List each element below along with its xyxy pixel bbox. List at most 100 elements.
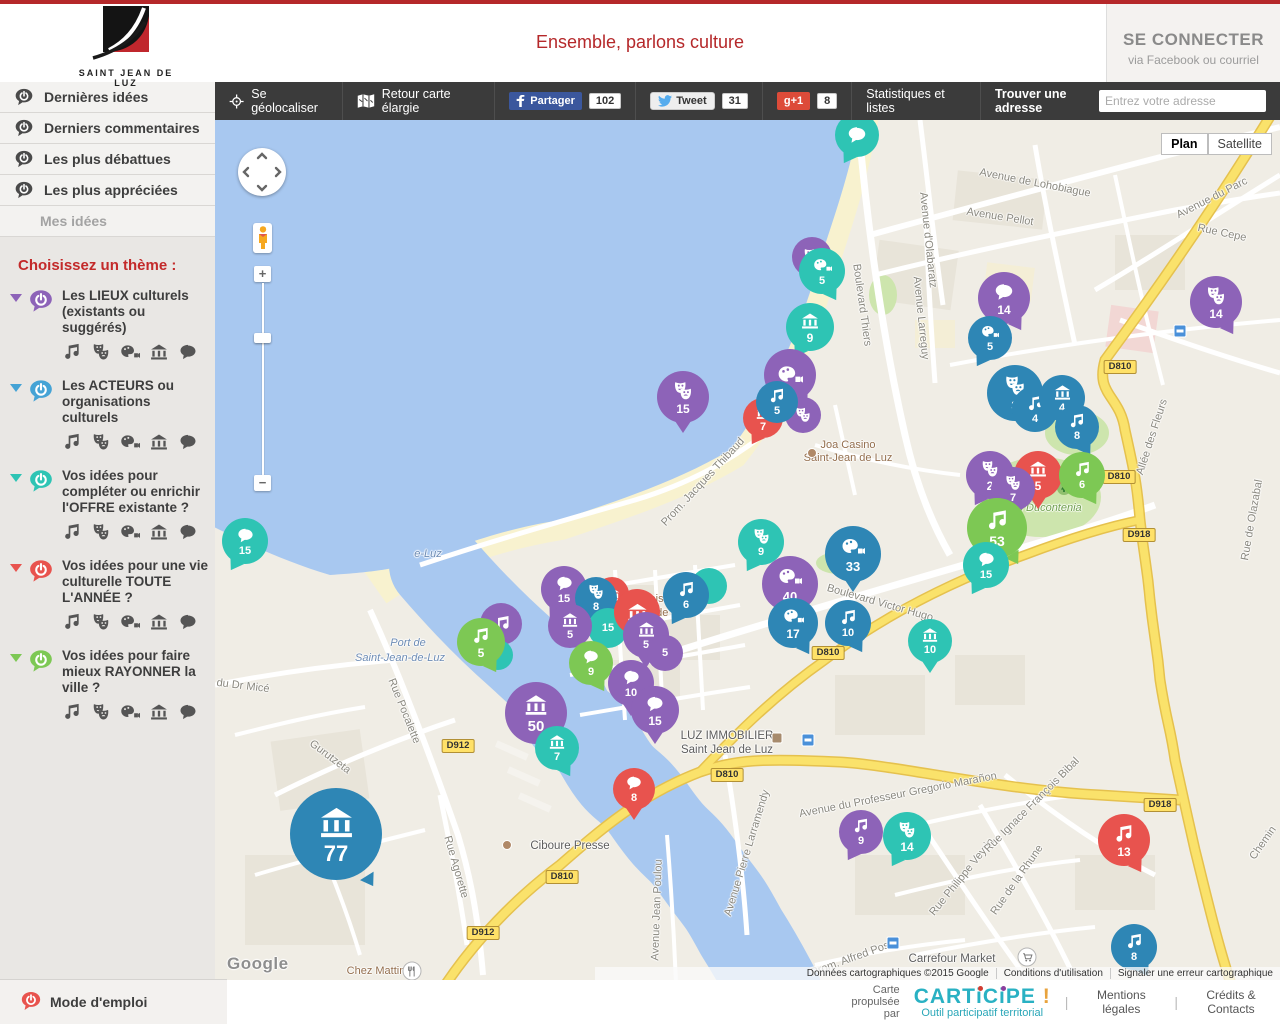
masks-filter-icon[interactable]: [91, 612, 111, 636]
chevron-down-icon[interactable]: [10, 294, 22, 302]
masks-filter-icon[interactable]: [91, 522, 111, 546]
map-marker[interactable]: 5: [799, 248, 845, 294]
theme-item-4[interactable]: Vos idées pour faire mieux RAYONNER la v…: [0, 638, 215, 728]
theme-bubble-icon[interactable]: [28, 468, 54, 546]
mentions-legales-link[interactable]: Mentions légales: [1082, 988, 1160, 1016]
login-button[interactable]: SE CONNECTER: [1107, 30, 1280, 50]
speech-filter-icon[interactable]: [178, 522, 198, 546]
bank-filter-icon[interactable]: [149, 522, 169, 546]
facebook-share[interactable]: Partager 102: [495, 82, 636, 120]
bank-filter-icon[interactable]: [149, 342, 169, 366]
sidebar-item-1[interactable]: Derniers commentaires: [0, 113, 215, 144]
arts-filter-icon[interactable]: [120, 522, 140, 546]
arts-filter-icon[interactable]: [120, 702, 140, 726]
map-marker[interactable]: 77: [290, 788, 382, 880]
bank-filter-icon[interactable]: [149, 702, 169, 726]
gplus-button[interactable]: g+1: [777, 92, 810, 110]
credits-contacts-link[interactable]: Crédits & Contacts: [1192, 988, 1270, 1016]
zoom-out-button[interactable]: −: [254, 475, 271, 491]
map-marker[interactable]: 5: [647, 635, 683, 671]
music-filter-icon[interactable]: [62, 612, 82, 636]
theme-item-1[interactable]: Les ACTEURS ou organisations culturels: [0, 368, 215, 458]
map-marker[interactable]: 10: [908, 619, 952, 663]
theme-bubble-icon[interactable]: [28, 288, 54, 366]
masks-filter-icon[interactable]: [91, 342, 111, 366]
arts-filter-icon[interactable]: [120, 342, 140, 366]
map-marker[interactable]: 15: [222, 518, 268, 564]
music-filter-icon[interactable]: [62, 522, 82, 546]
map-marker[interactable]: 33: [825, 526, 881, 582]
mode-demploi-button[interactable]: Mode d'emploi: [0, 979, 227, 1024]
sidebar-item-3[interactable]: Les plus appréciées: [0, 175, 215, 206]
theme-bubble-icon[interactable]: [28, 378, 54, 456]
arts-filter-icon[interactable]: [120, 432, 140, 456]
speech-filter-icon[interactable]: [178, 702, 198, 726]
pegman-control[interactable]: [253, 223, 272, 253]
map-marker[interactable]: 14: [883, 812, 931, 860]
address-search-input[interactable]: [1099, 90, 1266, 112]
masks-filter-icon[interactable]: [91, 702, 111, 726]
map-marker[interactable]: 5: [756, 381, 798, 423]
map-marker[interactable]: 15: [657, 371, 709, 423]
speech-filter-icon[interactable]: [178, 612, 198, 636]
pan-control[interactable]: [238, 148, 286, 196]
back-to-map-button[interactable]: Retour carte élargie: [343, 82, 495, 120]
chevron-down-icon[interactable]: [10, 564, 22, 572]
map-marker[interactable]: 5: [457, 618, 505, 666]
city-logo[interactable]: SAINT JEAN DE LUZ: [66, 6, 186, 88]
zoom-slider-handle[interactable]: [254, 333, 271, 343]
speech-icon: [178, 342, 198, 362]
zoom-in-button[interactable]: +: [254, 266, 271, 282]
arts-filter-icon[interactable]: [120, 612, 140, 636]
facebook-share-button[interactable]: Partager: [509, 92, 582, 110]
map-marker[interactable]: 15: [963, 542, 1009, 588]
bank-filter-icon[interactable]: [149, 612, 169, 636]
attribution-link[interactable]: Signaler une erreur cartographique: [1110, 968, 1280, 979]
map-canvas[interactable]: Boulevard ThiersAvenue d'OlabaratzAvenue…: [215, 120, 1280, 980]
speech-filter-icon[interactable]: [178, 342, 198, 366]
map-type-satellite-button[interactable]: Satellite: [1208, 133, 1272, 155]
carticipe-logo[interactable]: CARTiCiPE ! Outil participatif territori…: [914, 985, 1051, 1019]
map-marker[interactable]: 17: [768, 598, 818, 648]
map-marker[interactable]: 9: [569, 641, 613, 685]
theme-bubble-icon[interactable]: [28, 558, 54, 636]
map-marker[interactable]: 6: [663, 572, 709, 618]
map-marker[interactable]: 15: [631, 686, 679, 734]
music-filter-icon[interactable]: [62, 342, 82, 366]
marker-count: 5: [478, 647, 485, 659]
map-marker[interactable]: 8: [1055, 405, 1099, 449]
map-marker[interactable]: 8: [1111, 924, 1157, 970]
chevron-down-icon[interactable]: [10, 654, 22, 662]
sidebar-item-2[interactable]: Les plus débattues: [0, 144, 215, 175]
geolocate-button[interactable]: Se géolocaliser: [215, 82, 343, 120]
theme-bubble-icon[interactable]: [28, 648, 54, 726]
map-marker[interactable]: 7: [535, 726, 579, 770]
map-marker[interactable]: 6: [1059, 452, 1105, 498]
map-marker[interactable]: 10: [825, 600, 871, 646]
theme-item-3[interactable]: Vos idées pour une vie culturelle TOUTE …: [0, 548, 215, 638]
chevron-down-icon[interactable]: [10, 474, 22, 482]
stats-lists-button[interactable]: Statistiques et listes: [852, 82, 981, 120]
map-marker[interactable]: 9: [786, 303, 834, 351]
map-marker[interactable]: 14: [1190, 276, 1242, 328]
tweet-share[interactable]: Tweet 31: [636, 82, 763, 120]
login-panel[interactable]: SE CONNECTER via Facebook ou courriel: [1106, 0, 1280, 82]
map-marker[interactable]: 13: [1098, 814, 1150, 866]
music-filter-icon[interactable]: [62, 432, 82, 456]
map-marker[interactable]: 9: [839, 810, 883, 854]
attribution-link[interactable]: Conditions d'utilisation: [996, 968, 1110, 979]
tweet-button[interactable]: Tweet: [650, 92, 714, 110]
bank-filter-icon[interactable]: [149, 432, 169, 456]
map-type-plan-button[interactable]: Plan: [1161, 133, 1207, 155]
chevron-down-icon[interactable]: [10, 384, 22, 392]
music-filter-icon[interactable]: [62, 702, 82, 726]
map-marker[interactable]: 8: [613, 768, 655, 810]
theme-item-2[interactable]: Vos idées pour compléter ou enrichir l'O…: [0, 458, 215, 548]
map-marker[interactable]: 5: [968, 316, 1012, 360]
zoom-slider-track[interactable]: [262, 283, 264, 475]
masks-filter-icon[interactable]: [91, 432, 111, 456]
speech-filter-icon[interactable]: [178, 432, 198, 456]
gplus-share[interactable]: g+1 8: [763, 82, 852, 120]
theme-item-0[interactable]: Les LIEUX culturels (existants ou suggér…: [0, 278, 215, 368]
poi-food: [403, 962, 422, 981]
